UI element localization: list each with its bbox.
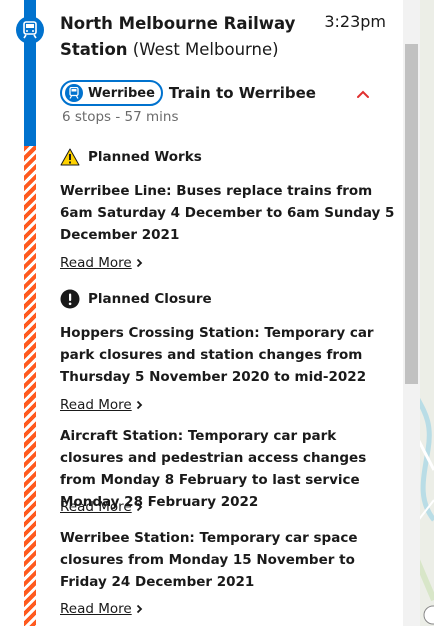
read-more-label[interactable]: Read More — [60, 499, 132, 515]
alert-header-planned-works: Planned Works — [60, 148, 202, 166]
alert-type: Planned Closure — [88, 291, 212, 307]
train-stop-icon — [16, 16, 44, 44]
read-more-link[interactable]: Read More — [60, 601, 143, 617]
chevron-right-icon — [136, 502, 143, 512]
alert-text: Werribee Line: Buses replace trains from… — [60, 183, 395, 243]
departure-time: 3:23pm — [324, 12, 386, 31]
route-badge-label: Werribee — [88, 85, 155, 101]
train-icon — [65, 84, 83, 102]
chevron-up-icon[interactable] — [356, 84, 370, 103]
alert-text: Werribee Station: Temporary car space cl… — [60, 530, 358, 590]
route-destination: Train to Werribee — [168, 84, 316, 102]
read-more-link[interactable]: Read More — [60, 255, 143, 271]
warning-icon — [60, 148, 80, 166]
alert-header-planned-closure: Planned Closure — [60, 289, 212, 309]
read-more-link[interactable]: Read More — [60, 397, 143, 413]
exclamation-icon — [60, 289, 80, 309]
alert-text: Hoppers Crossing Station: Temporary car … — [60, 325, 374, 385]
chevron-right-icon — [136, 258, 143, 268]
read-more-link[interactable]: Read More — [60, 499, 143, 515]
stops-summary: 6 stops - 57 mins — [62, 109, 179, 125]
station-suburb: (West Melbourne) — [132, 40, 279, 59]
alert-type: Planned Works — [88, 149, 202, 165]
read-more-label[interactable]: Read More — [60, 601, 132, 617]
chevron-right-icon — [136, 604, 143, 614]
route-row: Werribee Train to Werribee — [60, 80, 316, 106]
read-more-label[interactable]: Read More — [60, 397, 132, 413]
chevron-right-icon — [136, 400, 143, 410]
station-title: North Melbourne Railway Station (West Me… — [60, 11, 310, 63]
timeline-line-disrupted — [24, 146, 36, 626]
read-more-label[interactable]: Read More — [60, 255, 132, 271]
scrollbar-thumb[interactable] — [405, 44, 418, 384]
route-badge: Werribee — [60, 80, 163, 106]
